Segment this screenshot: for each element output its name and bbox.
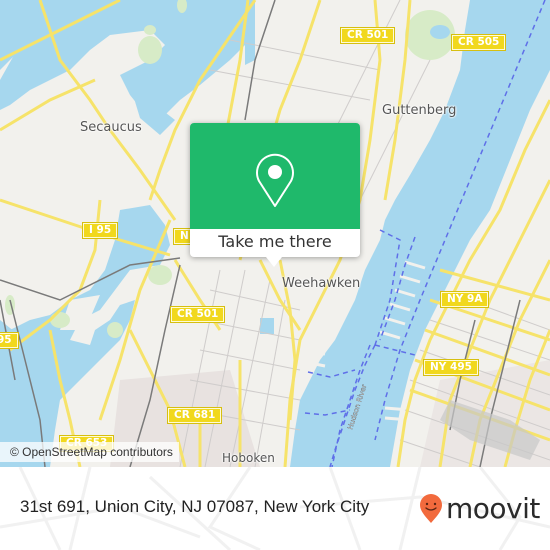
- road-shield-cr501: CR 501: [339, 27, 396, 44]
- place-label-weehawken: Weehawken: [282, 276, 361, 291]
- place-label-secaucus: Secaucus: [80, 120, 142, 135]
- place-label-guttenberg: Guttenberg: [382, 103, 457, 118]
- place-label-hoboken: Hoboken: [222, 451, 275, 465]
- popup-pointer: [266, 257, 282, 267]
- pond: [260, 318, 274, 334]
- moovit-wordmark: moovit: [446, 492, 540, 525]
- pond: [430, 25, 450, 39]
- take-me-there-button[interactable]: Take me there: [190, 229, 360, 257]
- moovit-pin-icon: [420, 494, 442, 523]
- road-shield-ny495: NY 495: [423, 359, 479, 376]
- address-text: 31st 691, Union City, NJ 07087, New York…: [20, 497, 370, 516]
- moovit-logo: moovit: [419, 489, 540, 529]
- destination-popup: Take me there: [190, 123, 360, 267]
- road-shield-ny9a: NY 9A: [439, 291, 490, 308]
- popup-header[interactable]: [190, 123, 360, 229]
- osm-attribution-link[interactable]: © OpenStreetMap contributors: [0, 442, 179, 462]
- road-shield-cr681: CR 681: [166, 407, 223, 424]
- road-shield-cr501-south: CR 501: [169, 306, 226, 323]
- road-shield-i95: I 95: [81, 222, 119, 239]
- footer-bar: 31st 691, Union City, NJ 07087, New York…: [0, 467, 550, 550]
- map-view[interactable]: Hudson River Secaucus Guttenberg Weehawk…: [0, 0, 550, 467]
- road-shield-i95-west: 95: [0, 332, 19, 349]
- location-pin-icon: [256, 153, 294, 207]
- road-shield-cr505: CR 505: [450, 34, 507, 51]
